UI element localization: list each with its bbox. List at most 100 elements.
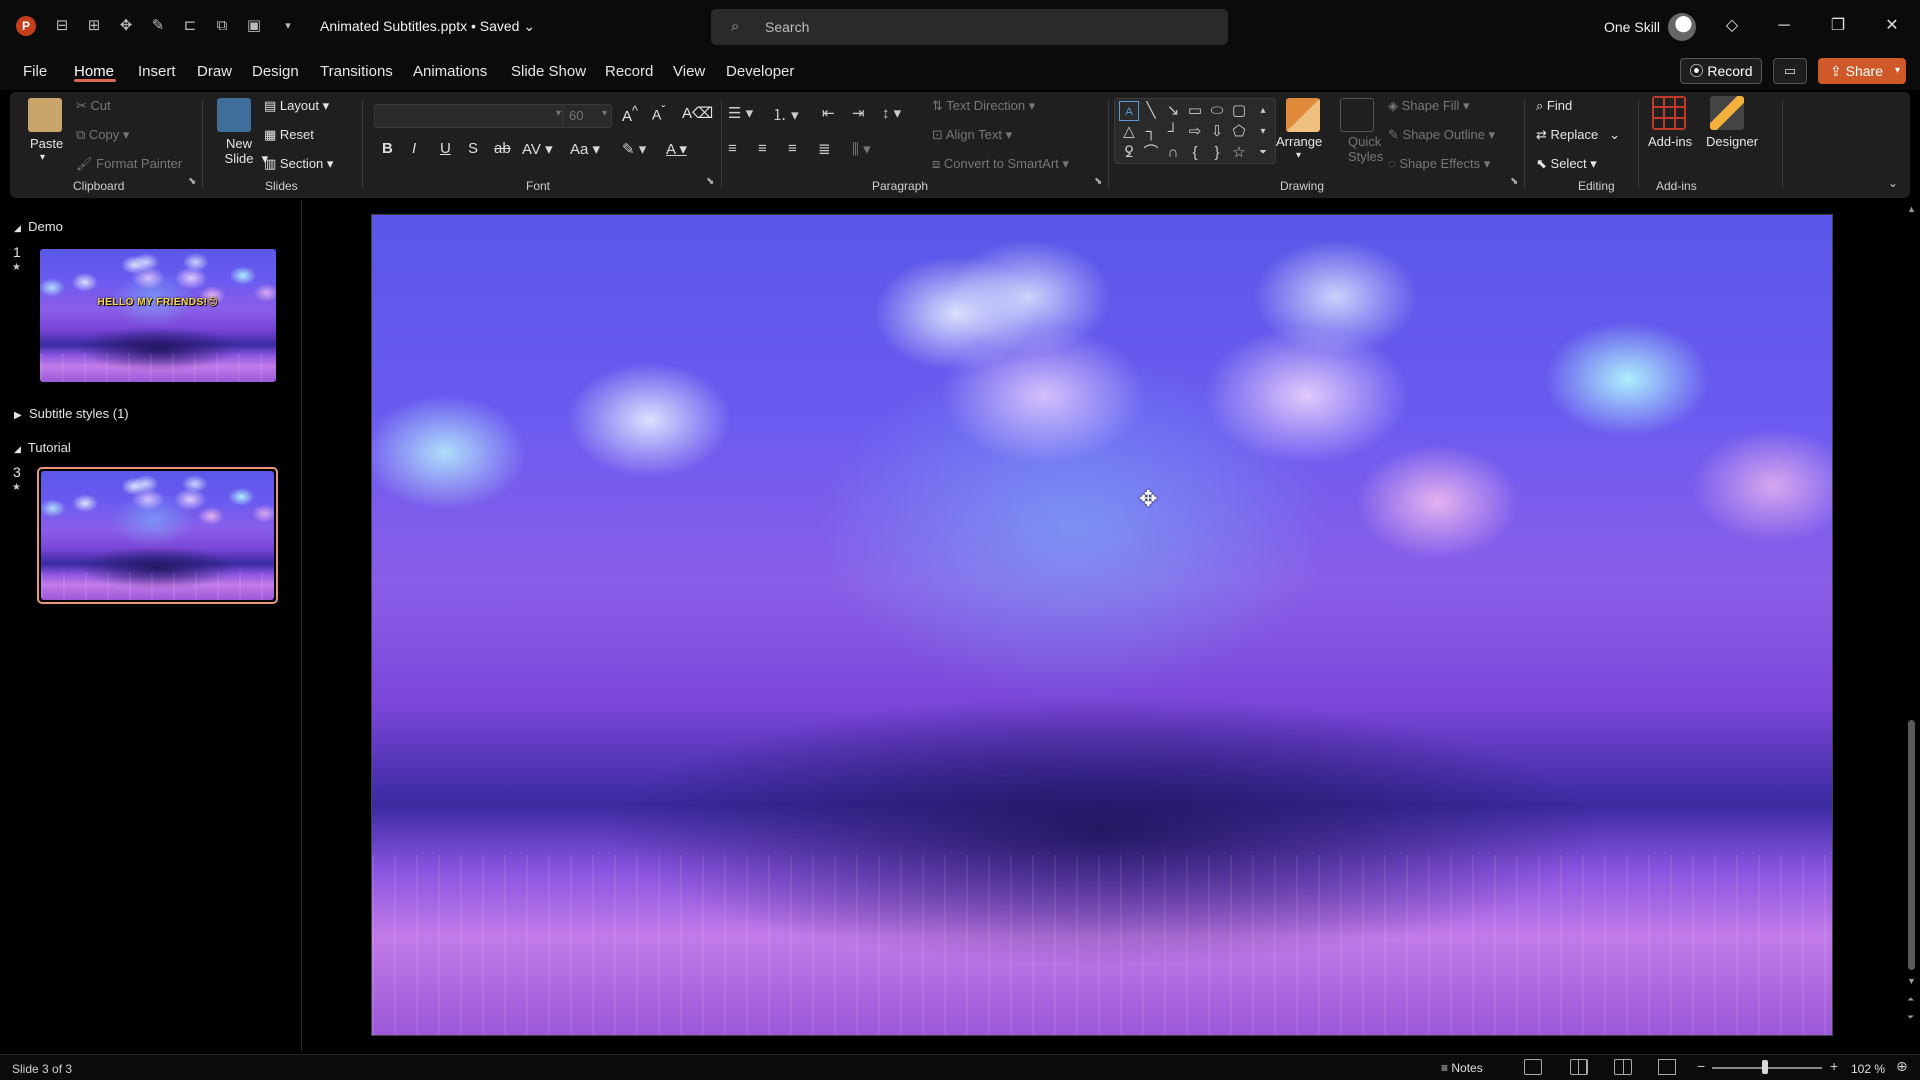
- freeform-shape-icon[interactable]: ꝿ: [1119, 143, 1139, 163]
- font-color-icon[interactable]: A ▾: [666, 140, 687, 158]
- tab-transitions[interactable]: Transitions: [320, 63, 393, 80]
- right-arrow-shape-icon[interactable]: ⇨: [1185, 122, 1205, 142]
- fit-to-window-icon[interactable]: ⊕: [1896, 1058, 1908, 1075]
- restore-icon[interactable]: ❐: [1826, 14, 1850, 38]
- new-slide-button[interactable]: New Slide ▾: [220, 136, 269, 166]
- arrange-icon[interactable]: [1286, 98, 1320, 132]
- slide-thumbnail-3-selected[interactable]: [37, 467, 278, 604]
- autosave-icon[interactable]: ⊟: [52, 16, 72, 36]
- decrease-font-size-icon[interactable]: Aˇ: [652, 104, 665, 123]
- italic-icon[interactable]: I: [412, 140, 416, 157]
- gallery-down-icon[interactable]: ▾: [1253, 122, 1273, 142]
- flowchart-shape-icon[interactable]: ⬠: [1229, 122, 1249, 142]
- section-button[interactable]: ▥ Section ▾: [264, 156, 333, 172]
- shape-outline-button[interactable]: ✎ Shape Outline ▾: [1388, 127, 1495, 143]
- addins-button[interactable]: Add-ins: [1648, 134, 1692, 149]
- rectangle-shape-icon[interactable]: ▭: [1185, 101, 1205, 121]
- drawing-launcher-icon[interactable]: ⬊: [1510, 176, 1518, 187]
- font-launcher-icon[interactable]: ⬊: [706, 176, 714, 187]
- select-button[interactable]: ⬉ Select ▾: [1536, 156, 1597, 172]
- triangle-shape-icon[interactable]: △: [1119, 122, 1139, 142]
- text-direction-button[interactable]: ⇅ Text Direction ▾: [932, 98, 1035, 114]
- down-arrow-shape-icon[interactable]: ⇩: [1207, 122, 1227, 142]
- designer-icon[interactable]: [1710, 96, 1744, 130]
- font-size-input[interactable]: 60 ▾: [562, 104, 612, 128]
- cut-button[interactable]: ✂ Cut: [76, 98, 111, 114]
- notes-button[interactable]: ≡ Notes: [1441, 1061, 1483, 1075]
- next-slide-icon[interactable]: ⏷: [1907, 1012, 1914, 1023]
- tab-design[interactable]: Design: [252, 63, 299, 80]
- zoom-out-icon[interactable]: −: [1697, 1058, 1705, 1074]
- draw-icon[interactable]: ✎: [148, 16, 168, 36]
- oval-shape-icon[interactable]: ⬭: [1207, 101, 1227, 121]
- line-spacing-icon[interactable]: ↕ ▾: [882, 104, 901, 122]
- change-case-icon[interactable]: Aa ▾: [570, 140, 600, 158]
- avatar[interactable]: [1668, 13, 1696, 41]
- arrange-icon[interactable]: ▣: [244, 16, 264, 36]
- tab-slide-show[interactable]: Slide Show: [511, 63, 586, 80]
- text-box-shape-icon[interactable]: A: [1119, 101, 1139, 121]
- curve-shape-icon[interactable]: ∩: [1163, 143, 1183, 163]
- section-subtitle-styles[interactable]: ▶ Subtitle styles (1): [14, 406, 129, 421]
- slide-thumbnail-1[interactable]: HELLO MY FRIENDS!😊: [40, 249, 276, 382]
- tab-draw[interactable]: Draw: [197, 63, 232, 80]
- zoom-level[interactable]: 102 %: [1851, 1062, 1885, 1076]
- document-title[interactable]: Animated Subtitles.pptx • Saved ⌄: [320, 18, 535, 35]
- customize-toolbar-chevron-icon[interactable]: ▾: [278, 16, 298, 36]
- shape-effects-button[interactable]: ◌ Shape Effects ▾: [1388, 156, 1490, 172]
- tab-insert[interactable]: Insert: [138, 63, 176, 80]
- align-text-button[interactable]: ⊡ Align Text ▾: [932, 127, 1012, 143]
- reading-view-icon[interactable]: [1614, 1059, 1632, 1075]
- font-name-input[interactable]: ▾: [374, 104, 566, 128]
- user-name[interactable]: One Skill: [1604, 19, 1660, 35]
- justify-icon[interactable]: ≣: [818, 140, 831, 158]
- increase-indent-icon[interactable]: ⇥: [852, 104, 865, 122]
- normal-view-icon[interactable]: [1524, 1059, 1542, 1075]
- increase-font-size-icon[interactable]: A^: [622, 104, 638, 125]
- align-left-icon[interactable]: ≡: [728, 140, 737, 157]
- copy-button[interactable]: ⧉ Copy ▾: [76, 127, 129, 143]
- arrange-button[interactable]: Arrange: [1276, 134, 1322, 149]
- strikethrough-icon[interactable]: ab: [494, 140, 511, 157]
- arrange-dropdown-icon[interactable]: ▾: [1296, 150, 1301, 161]
- left-brace-shape-icon[interactable]: {: [1185, 143, 1205, 163]
- scrollbar-thumb[interactable]: [1908, 720, 1915, 970]
- bullets-icon[interactable]: ☰ ▾: [728, 104, 753, 122]
- tab-developer[interactable]: Developer: [726, 63, 794, 80]
- star-shape-icon[interactable]: ☆: [1229, 143, 1249, 163]
- scroll-down-icon[interactable]: ▼: [1907, 976, 1916, 986]
- zoom-in-icon[interactable]: +: [1830, 1058, 1838, 1074]
- gallery-up-icon[interactable]: ▴: [1253, 101, 1273, 121]
- designer-button[interactable]: Designer: [1706, 134, 1758, 149]
- search-box[interactable]: ⌕ Search: [711, 9, 1228, 45]
- tab-animations[interactable]: Animations: [413, 63, 487, 80]
- right-brace-shape-icon[interactable]: }: [1207, 143, 1227, 163]
- scroll-up-icon[interactable]: ▲: [1907, 204, 1916, 214]
- align-right-icon[interactable]: ≡: [788, 140, 797, 157]
- numbering-icon[interactable]: ⒈ ▾: [772, 104, 799, 125]
- tab-record[interactable]: Record: [605, 63, 653, 80]
- paste-button[interactable]: Paste: [30, 136, 63, 151]
- highlight-color-icon[interactable]: ✎ ▾: [622, 140, 646, 158]
- elbow-connector-shape-icon[interactable]: ┘: [1163, 122, 1183, 142]
- quick-styles-button[interactable]: Quick Styles: [1348, 134, 1383, 164]
- gallery-more-icon[interactable]: ⏷: [1253, 143, 1273, 163]
- comments-button[interactable]: ▭: [1773, 58, 1807, 84]
- paste-dropdown-icon[interactable]: ▾: [40, 152, 45, 163]
- decrease-indent-icon[interactable]: ⇤: [822, 104, 835, 122]
- find-button[interactable]: ⌕ Find: [1536, 98, 1572, 114]
- move-icon[interactable]: ✥: [116, 16, 136, 36]
- bold-icon[interactable]: B: [382, 140, 393, 157]
- clipboard-launcher-icon[interactable]: ⬊: [188, 176, 196, 187]
- tab-view[interactable]: View: [673, 63, 705, 80]
- shadow-icon[interactable]: S: [468, 140, 478, 157]
- layout-button[interactable]: ▤ Layout ▾: [264, 98, 329, 114]
- addins-grid-icon[interactable]: [1652, 96, 1686, 130]
- paragraph-launcher-icon[interactable]: ⬊: [1094, 176, 1102, 187]
- tab-home[interactable]: Home: [74, 63, 114, 80]
- section-demo[interactable]: ◢ Demo: [14, 219, 63, 234]
- align-center-icon[interactable]: ≡: [758, 140, 767, 157]
- previous-slide-icon[interactable]: ⏶: [1907, 994, 1914, 1005]
- layout-icon[interactable]: ⊞: [84, 16, 104, 36]
- replace-button[interactable]: ⇄ Replace ⌄: [1536, 127, 1620, 143]
